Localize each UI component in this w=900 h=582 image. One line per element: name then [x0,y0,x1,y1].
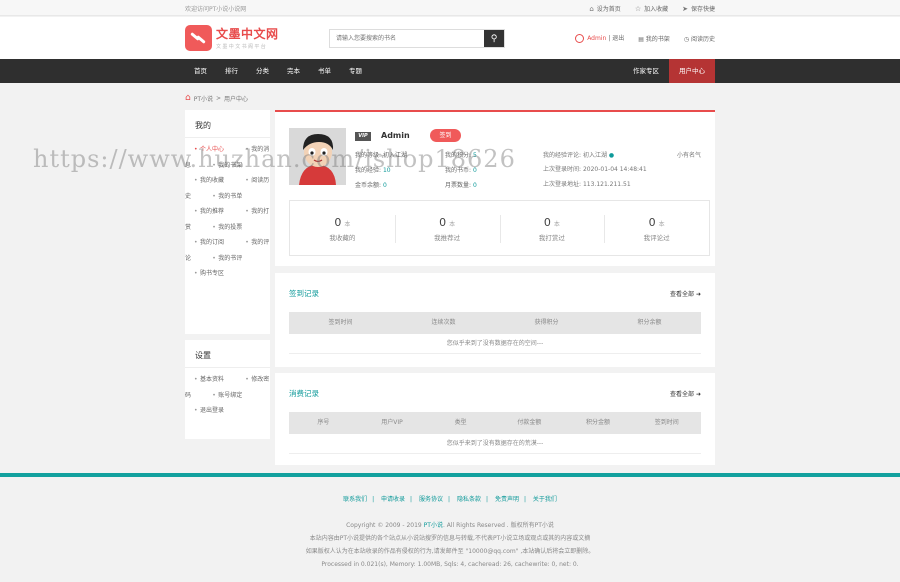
count-commented[interactable]: 0 本我评论过 [604,201,709,255]
save-shortcut-link[interactable]: ➤ 保存快捷 [682,4,715,13]
pay-records-card: 消费记录 查看全部 ➜ 序号 用户VIP 类型 付款金额 积分金额 签到时间 您… [275,373,715,465]
footer-link-disclaimer[interactable]: 免责声明 [495,496,519,503]
header-user-links: Admin | 退出 ▤ 我的书架 ◷ 阅读历史 [575,33,715,43]
pay-records-header: 序号 用户VIP 类型 付款金额 积分金额 签到时间 [289,412,701,434]
footer-copyright: Copyright © 2009 - 2019 PT小说. All Rights… [346,522,554,529]
search-input[interactable] [330,30,484,47]
site-footer: 联系我们 | 申请收录 | 服务协议 | 隐私条款 | 免责声明 | 关于我们 Copyr… [0,473,900,582]
pay-records-empty: 您似乎来到了没有数据存在的荒漠--- [289,434,701,454]
logo-title: 文墨中文网 [216,26,279,41]
sidebar-mine: 我的 个人中心 我的消息 我的书架 我的收藏 阅读历史 我的书单 我的推荐 我的… [185,110,270,334]
main-nav: 首页 排行 分类 完本 书单 专题 作家专区 用户中心 [0,59,900,83]
chevron-right-icon: ➜ [695,291,701,298]
site-header: 文墨中文网 文墨中文书阁平台 ⚲ Admin | 退出 ▤ 我的书架 ◷ 阅读历… [0,17,900,59]
add-favorite-link[interactable]: ☆ 加入收藏 [635,4,668,13]
sidebar-item-logout[interactable]: 退出登录 [185,407,234,414]
profile-username: Admin [381,131,410,140]
last-login-ip: 上次登录地址: 113.121.211.51 [543,181,631,188]
activity-counts: 0 本我收藏的 0 本我推荐过 0 本我打赏过 0 本我评论过 [289,200,710,256]
footer-link-apply[interactable]: 申请收录 [381,496,405,503]
sign-records-card: 签到记录 查看全部 ➜ 签到时间 连续次数 获得积分 积分余额 您似乎来到了没有… [275,273,715,367]
footer-text: Copyright © 2009 - 2019 PT小说. All Rights… [0,519,900,571]
search-icon: ⚲ [490,33,498,44]
sidebar-item-account-binding[interactable]: 账号绑定 [203,392,252,399]
count-rewarded[interactable]: 0 本我打赏过 [499,201,605,255]
sign-records-more-link[interactable]: 查看全部 ➜ [670,289,701,298]
nav-booklist[interactable]: 书单 [309,59,340,83]
home-icon: ⌂ [185,93,191,103]
breadcrumb-current: 用户中心 [224,95,249,103]
footer-line-2: 本站内容由PT小说提供的各个站点从小说站搜罗的信息与转载,不代表PT小说立场或观… [309,535,591,542]
footer-links: 联系我们 | 申请收录 | 服务协议 | 隐私条款 | 免责声明 | 关于我们 [343,496,557,503]
send-icon: ➤ [682,5,688,13]
footer-link-contact[interactable]: 联系我们 [343,496,367,503]
site-logo[interactable]: 文墨中文网 文墨中文书阁平台 [185,25,279,51]
count-recommended[interactable]: 0 本我推荐过 [394,201,500,255]
welcome-text: 欢迎访问PT小说小说网 [185,6,247,13]
pay-records-title: 消费记录 [289,389,319,398]
count-favorites[interactable]: 0 本我收藏的 [290,201,395,255]
stat-gold: 金币余额: 0 [355,182,387,189]
sidebar-item-subscribe[interactable]: 我的订阅 [185,239,234,246]
vip-badge: VIP [355,132,371,141]
footer-link-privacy[interactable]: 隐私条款 [457,496,481,503]
sidebar-item-basic-info[interactable]: 基本资料 [185,376,234,383]
sidebar-item-reviews[interactable]: 我的书评 [203,255,252,262]
sidebar-mine-title: 我的 [185,110,270,138]
star-icon: ☆ [634,5,642,13]
pay-records-more-link[interactable]: 查看全部 ➜ [670,389,701,398]
level-progress: 我的经验评论: 初入江湖 ● [543,152,615,159]
sign-records-title: 签到记录 [289,289,319,298]
chevron-right-icon: ➜ [695,391,701,398]
sidebar-item-recommend[interactable]: 我的推荐 [185,208,234,215]
sidebar-settings-title: 设置 [185,340,270,368]
logo-mark-icon [185,25,212,51]
stat-monthly-tickets: 月票数量: 0 [445,182,477,189]
search-box: ⚲ [329,29,505,48]
user-icon [575,34,585,43]
book-icon: ▤ [638,35,644,43]
user-name-link[interactable]: Admin [587,35,606,42]
sidebar-item-purchase[interactable]: 购书专区 [185,270,234,277]
set-homepage-link[interactable]: ⌂ 设为首页 [589,4,620,13]
sidebar-item-booklist[interactable]: 我的书单 [203,193,252,200]
last-login-time: 上次登录时间: 2020-01-04 14:48:41 [543,166,647,173]
nav-author-zone[interactable]: 作家专区 [623,59,669,83]
sign-records-header: 签到时间 连续次数 获得积分 积分余额 [289,312,701,334]
sidebar-item-favorites[interactable]: 我的收藏 [185,177,234,184]
footer-link-about[interactable]: 关于我们 [533,496,557,503]
sidebar-item-vote[interactable]: 我的投票 [203,224,252,231]
watermark: https://www.huzhan.com/ishop18626 [33,145,516,173]
search-button[interactable]: ⚲ [484,30,504,47]
sidebar-settings: 设置 基本资料 修改密码 账号绑定 退出登录 [185,340,270,439]
clock-icon: ◷ [683,35,690,43]
nav-category[interactable]: 分类 [247,59,278,83]
breadcrumb-home[interactable]: PT小说 [194,94,213,103]
nav-ranking[interactable]: 排行 [216,59,247,83]
sign-records-empty: 您似乎来到了没有数据存在的空间--- [289,334,701,354]
nav-topics[interactable]: 专题 [340,59,371,83]
home-icon: ⌂ [589,5,594,13]
history-link[interactable]: ◷ 阅读历史 [684,34,715,43]
next-level-link[interactable]: 小有名气 [677,150,701,159]
logout-link[interactable]: 退出 [612,35,624,42]
nav-home[interactable]: 首页 [185,59,216,83]
footer-line-3: 如果版权人认为在本站收录的作品有侵权的行为,请发邮件至 "10000@qq.co… [305,548,595,555]
nav-user-center[interactable]: 用户中心 [669,59,715,83]
user-menu: Admin | 退出 [575,33,624,43]
profile-card: VIP Admin 签到 我的等级: 初入江湖 我的积分: 5 我的经验: 10… [275,110,715,266]
logo-subtitle: 文墨中文书阁平台 [216,43,268,50]
top-links: ⌂ 设为首页 ☆ 加入收藏 ➤ 保存快捷 [589,4,715,13]
breadcrumb: ⌂ PT小说 > 用户中心 [185,93,249,103]
footer-link-terms[interactable]: 服务协议 [419,496,443,503]
footer-line-4: Processed in 0.021(s), Memory: 1.00MB, S… [321,561,579,568]
top-utility-bar: 欢迎访问PT小说小说网 ⌂ 设为首页 ☆ 加入收藏 ➤ 保存快捷 [0,0,900,16]
sign-in-button[interactable]: 签到 [430,129,461,142]
nav-finished[interactable]: 完本 [278,59,309,83]
bookshelf-link[interactable]: ▤ 我的书架 [638,34,670,43]
